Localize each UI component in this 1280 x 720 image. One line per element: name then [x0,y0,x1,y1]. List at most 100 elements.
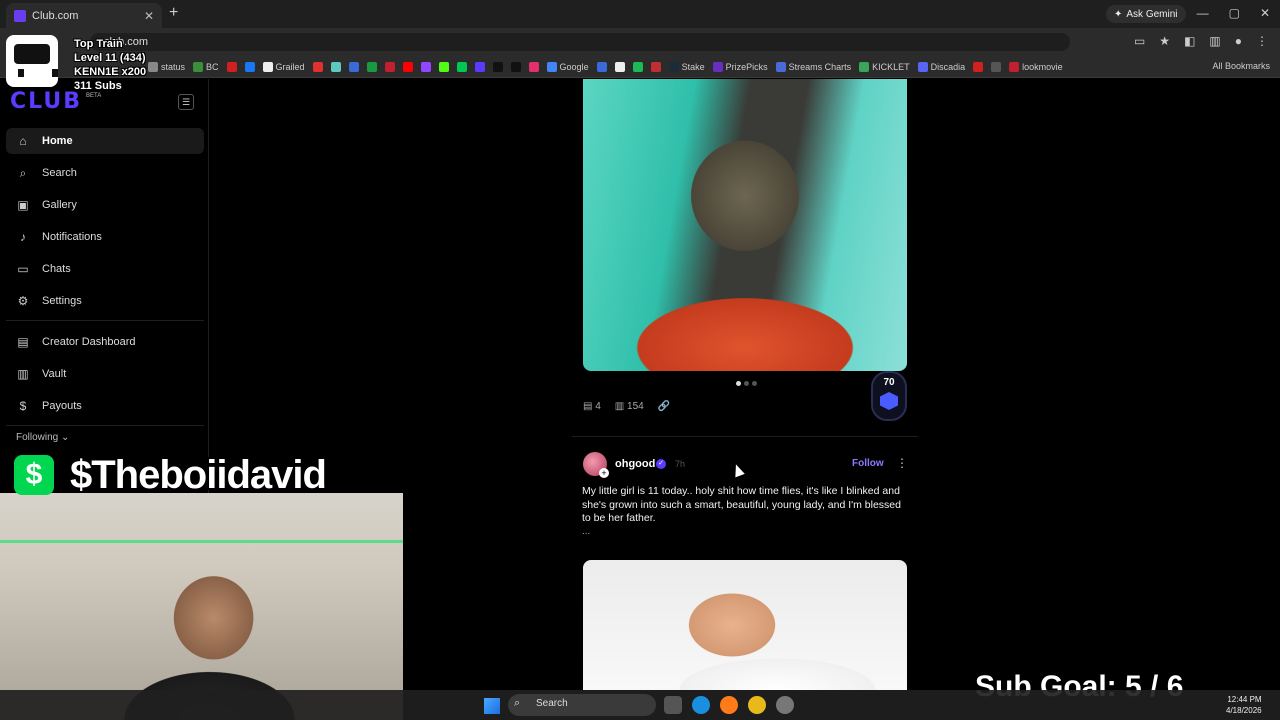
bookmark-item[interactable] [614,61,625,72]
windows-start-icon[interactable] [484,698,500,714]
bookmark-item[interactable] [312,61,323,72]
carousel-dot[interactable] [752,381,757,386]
bookmark-item[interactable] [348,61,359,72]
bookmark-item[interactable] [474,61,485,72]
edge-icon[interactable] [692,696,710,714]
bookmark-item[interactable] [492,61,503,72]
bookmark-item[interactable] [456,61,467,72]
post-image-cat[interactable] [583,79,907,371]
bookmark-item[interactable] [991,61,1002,72]
dashboard-icon: ▤ [17,335,29,349]
all-bookmarks-button[interactable]: All Bookmarks [1212,61,1270,71]
bookmark-favicon-icon [712,61,723,72]
browser-tab[interactable]: Club.com ✕ [6,3,162,28]
profile-avatar-icon[interactable]: ● [1235,34,1242,48]
taskbar-search[interactable]: Search [508,694,656,716]
firefox-icon[interactable] [720,696,738,714]
sidebar-nav: ⌂ Home ⌕ Search ▣ Gallery ♪ Notifications ▭ Chats… [6,128,204,434]
chrome-icon[interactable] [748,696,766,714]
bookmark-item[interactable]: Google [546,61,589,72]
bookmark-item[interactable] [632,61,643,72]
close-window-icon[interactable]: ✕ [1260,6,1270,20]
bookmark-star-icon[interactable]: ★ [1159,34,1170,48]
bookmark-item[interactable] [384,61,395,72]
bookmark-item[interactable]: Streams Charts [775,61,851,72]
bookmark-item[interactable]: Grailed [262,61,305,72]
bookmark-item[interactable]: lookmovie [1009,61,1063,72]
nav-divider [6,320,204,321]
sidebar-item-vault[interactable]: ▥ Vault [6,361,204,387]
tab-title: Club.com [32,9,79,22]
search-icon: ⌕ [19,165,27,180]
carousel-dot[interactable] [736,381,741,386]
sidebar-item-gallery[interactable]: ▣ Gallery [6,192,204,218]
sidepanel-icon[interactable]: ▥ [1209,34,1220,48]
bookmark-favicon-icon [917,61,928,72]
bookmark-favicon-icon [775,61,786,72]
follow-button[interactable]: Follow [852,458,884,469]
add-follow-icon[interactable]: + [599,468,609,478]
post-image-girl[interactable] [583,560,907,690]
bookmark-item[interactable] [226,61,237,72]
comment-icon: ▤ [583,401,593,412]
bookmark-favicon-icon [492,61,503,72]
bookmark-item[interactable]: Stake [668,61,705,72]
cast-icon[interactable]: ▭ [1134,34,1145,48]
close-tab-icon[interactable]: ✕ [144,9,154,23]
bookmark-item[interactable]: Discadia [917,61,965,72]
minimize-icon[interactable]: — [1197,6,1209,20]
read-more[interactable]: ... [582,526,590,537]
share-link-icon[interactable]: 🔗 [658,401,670,412]
taskbar-clock[interactable]: 12:44 PM 4/18/2026 [1226,694,1262,716]
post-header: + ohgood ✓ 7h Follow ⋮ [583,452,908,478]
sidebar-item-chats[interactable]: ▭ Chats [6,256,204,282]
beta-badge: BETA [86,93,102,99]
club-logo[interactable]: CLUB [10,89,82,114]
level-badge[interactable]: 70 [871,371,907,421]
sidebar-menu-icon[interactable]: ☰ [178,94,194,110]
sidebar-item-creator-dashboard[interactable]: ▤ Creator Dashboard [6,329,204,355]
bookmark-favicon-icon [384,61,395,72]
bookmark-item[interactable] [596,61,607,72]
bookmark-item[interactable]: PrizePicks [712,61,768,72]
author-name[interactable]: ohgood [615,458,655,470]
sidebar-item-settings[interactable]: ⚙ Settings [6,288,204,314]
bookmark-favicon-icon [148,61,158,72]
bookmark-item[interactable] [366,61,377,72]
hexagon-badge-icon [880,392,898,410]
more-options-icon[interactable]: ⋮ [896,456,908,470]
sidebar-item-notifications[interactable]: ♪ Notifications [6,224,204,250]
following-toggle[interactable]: Following ⌄ [16,432,69,443]
bookmark-item[interactable] [402,61,413,72]
bookmark-item[interactable] [420,61,431,72]
new-tab-icon[interactable]: + [169,4,178,22]
bookmark-item[interactable] [510,61,521,72]
bookmark-item[interactable]: status [148,61,185,72]
bookmark-item[interactable] [650,61,661,72]
bookmark-favicon-icon [546,61,557,72]
browser-menu-icon[interactable]: ⋮ [1256,34,1268,48]
comment-button[interactable]: ▤ 4 [583,401,601,412]
webcam-led-strip [0,540,403,543]
cashtag-text: $Theboiidavid [70,453,327,497]
bookmark-item[interactable] [438,61,449,72]
bookmark-favicon-icon [474,61,485,72]
bookmark-item[interactable] [528,61,539,72]
bookmark-favicon-icon [668,61,679,72]
url-bar[interactable]: club.com [90,33,1070,51]
obs-icon[interactable] [776,696,794,714]
bookmark-favicon-icon [859,61,870,72]
bookmark-item[interactable]: KICKLET [859,61,910,72]
bookmark-item[interactable] [330,61,341,72]
sidebar-item-search[interactable]: ⌕ Search [6,160,204,186]
bookmark-item[interactable] [973,61,984,72]
extensions-icon[interactable]: ◧ [1184,34,1195,48]
file-explorer-icon[interactable] [664,696,682,714]
carousel-dot[interactable] [744,381,749,386]
sidebar-item-home[interactable]: ⌂ Home [6,128,204,154]
sidebar-item-payouts[interactable]: $ Payouts [6,393,204,419]
ask-gemini-button[interactable]: ✦ Ask Gemini [1106,5,1186,23]
bookmark-item[interactable]: BC [193,61,219,72]
maximize-icon[interactable]: ▢ [1229,6,1240,20]
bookmark-item[interactable] [244,61,255,72]
